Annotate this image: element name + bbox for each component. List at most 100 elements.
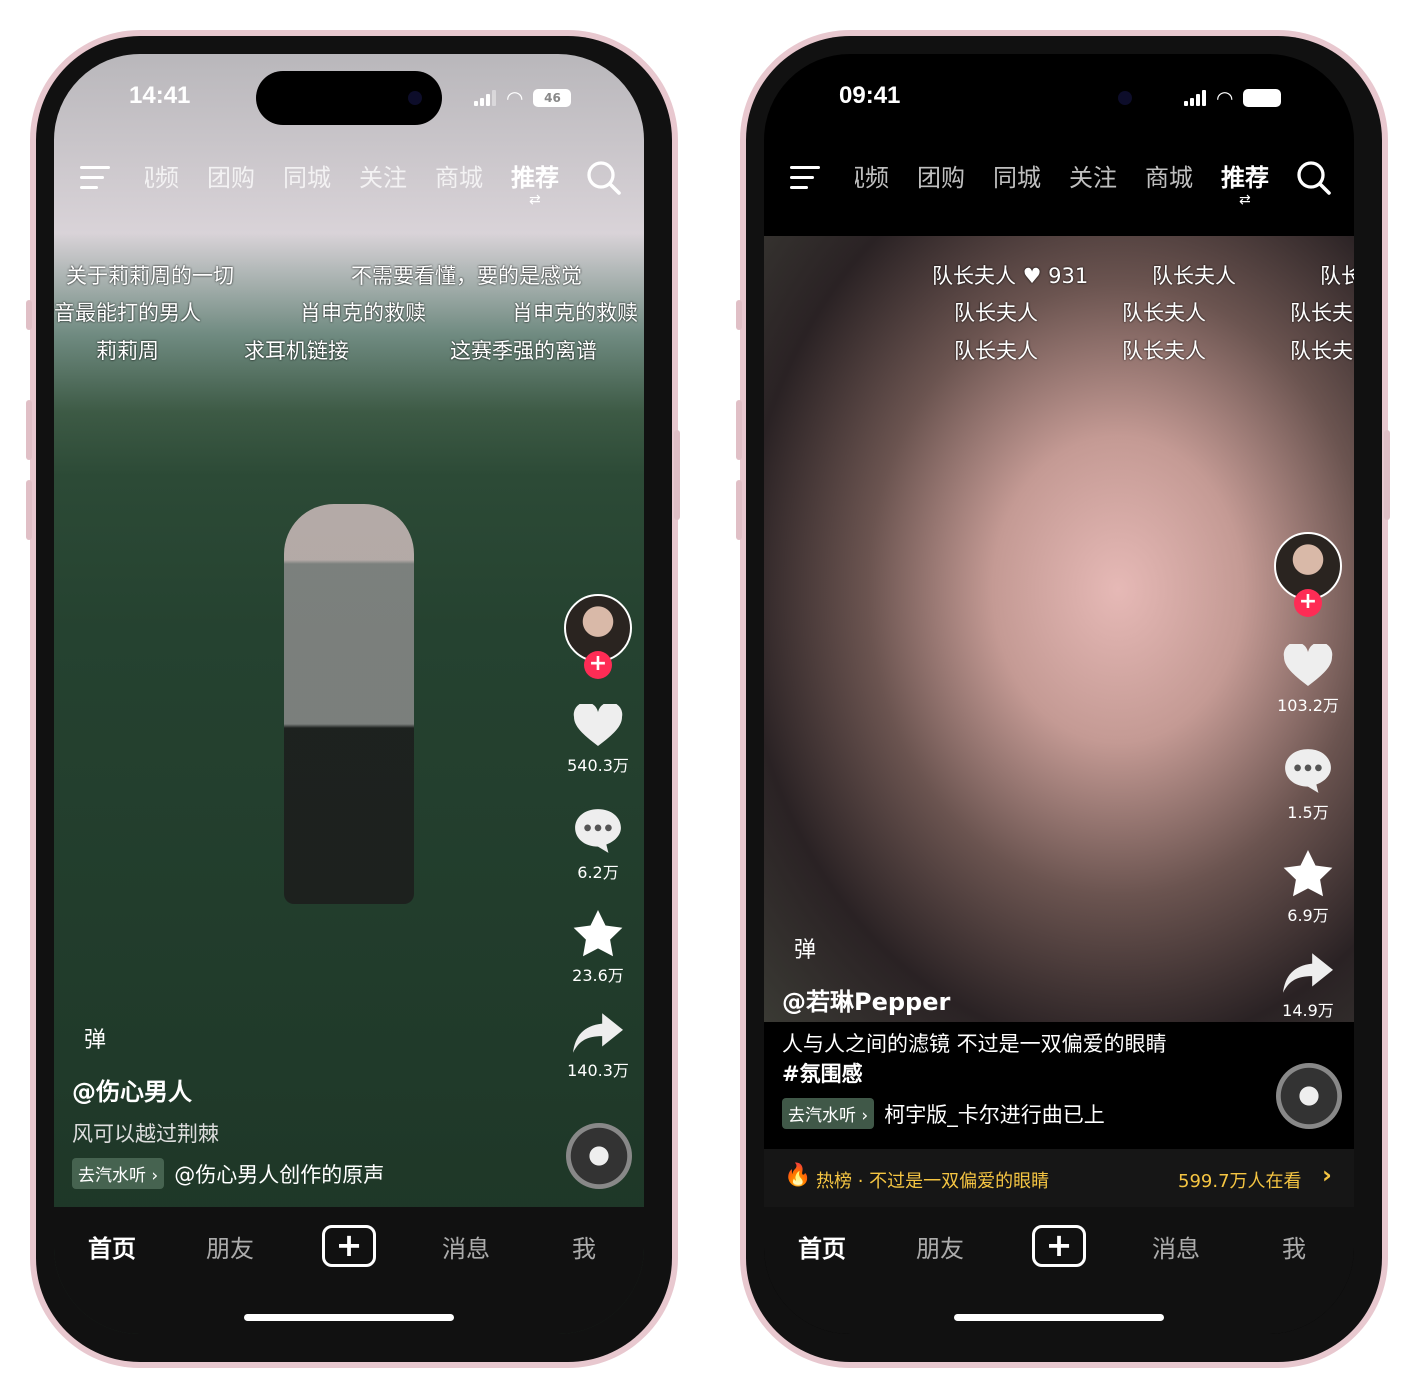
home-indicator[interactable] <box>954 1314 1164 1321</box>
share-count: 140.3万 <box>567 1061 629 1080</box>
listen-on-app-button[interactable]: 去汽水听 › <box>782 1098 875 1129</box>
comment-button[interactable]: 6.2万 <box>558 807 638 883</box>
tab-4[interactable]: 商城 <box>1145 158 1193 193</box>
tab-3[interactable]: 关注 <box>359 158 407 193</box>
username[interactable]: @若琳Pepper <box>782 982 950 1017</box>
create-button[interactable]: + <box>1032 1225 1086 1267</box>
status-time: 14:41 <box>129 82 191 109</box>
danmaku-comment: 队长夫人 <box>1122 301 1206 325</box>
danmaku-comment: 莉莉周 <box>96 339 159 363</box>
hot-list-bar[interactable]: 🔥 热榜 · 不过是一双偏爱的眼睛 599.7万人在看 › <box>764 1149 1354 1207</box>
video-description: 人与人之间的滤镜 不过是一双偏爱的眼睛 <box>782 1032 1167 1056</box>
share-icon <box>1268 953 1348 997</box>
side-button <box>26 480 32 540</box>
like-count: 540.3万 <box>567 756 629 775</box>
bottom-tab-4[interactable]: 我 <box>1282 1229 1306 1264</box>
bottom-tab-bar: 首页 朋友 + 消息 我 <box>764 1207 1354 1334</box>
tab-1[interactable]: 团购 <box>207 158 255 193</box>
bottom-tab-1[interactable]: 朋友 <box>206 1229 254 1264</box>
bottom-tab-0[interactable]: 首页 <box>88 1229 136 1264</box>
danmaku-comment: 队长夫人 <box>1122 339 1206 363</box>
side-button <box>736 480 742 540</box>
tab-0[interactable]: 视频 <box>145 158 179 193</box>
status-icons: ◠ <box>1184 86 1282 110</box>
status-time: 09:41 <box>839 82 901 109</box>
menu-icon[interactable] <box>80 166 110 196</box>
video-frame[interactable] <box>764 236 1354 1022</box>
like-button[interactable]: 103.2万 <box>1268 642 1348 716</box>
phone-1: 14:41 ◠ 46 视频 团购 同城 关注 商城 推荐 ⇄ 关于莉莉周的一切 不需要看懂，要的… <box>30 30 678 1368</box>
side-button <box>1384 430 1390 520</box>
fire-icon: 🔥 <box>784 1163 812 1188</box>
like-count: 103.2万 <box>1277 696 1339 715</box>
danmaku-comment: 队长 <box>1320 264 1354 288</box>
bottom-tab-3[interactable]: 消息 <box>442 1229 490 1264</box>
listen-on-app-button[interactable]: 去汽水听 › <box>72 1158 165 1189</box>
music-row[interactable]: 去汽水听 › @伤心男人创作的原声 <box>72 1158 384 1189</box>
follow-plus-button[interactable]: + <box>584 651 612 679</box>
side-button <box>26 300 32 330</box>
tab-2[interactable]: 同城 <box>993 158 1041 193</box>
danmaku-comment: 不需要看懂，要的是感觉 <box>351 264 582 288</box>
share-button[interactable]: 140.3万 <box>558 1013 638 1081</box>
music-disc[interactable] <box>1276 1063 1342 1129</box>
top-nav: 视频 团购 同城 关注 商城 推荐 ⇄ <box>764 158 1354 208</box>
menu-icon[interactable] <box>790 166 820 196</box>
side-button <box>674 430 680 520</box>
hashtag[interactable]: #氛围感 <box>782 1058 863 1088</box>
search-icon[interactable] <box>586 160 622 200</box>
favorite-button[interactable]: 23.6万 <box>558 910 638 986</box>
tab-5[interactable]: 推荐 <box>511 158 559 193</box>
tab-0[interactable]: 视频 <box>855 158 889 193</box>
favorite-button[interactable]: 6.9万 <box>1268 850 1348 926</box>
like-button[interactable]: 540.3万 <box>558 702 638 776</box>
screen: 09:41 ◠ 视频 团购 同城 关注 商城 推荐 ⇄ 队长夫人 ♥ 931 队长夫人 队长 队长夫… <box>764 54 1354 1334</box>
danmaku-toggle[interactable]: 弹 <box>84 1022 106 1054</box>
viewer-count: 599.7万人在看 <box>1178 1171 1302 1192</box>
tab-2[interactable]: 同城 <box>283 158 331 193</box>
danmaku-comment: 队长夫人 <box>1152 264 1236 288</box>
signal-icon <box>1184 90 1206 106</box>
music-disc[interactable] <box>566 1123 632 1189</box>
follow-plus-button[interactable]: + <box>1294 589 1322 617</box>
dynamic-island <box>966 71 1152 125</box>
side-button <box>26 400 32 460</box>
danmaku-toggle[interactable]: 弹 <box>794 932 816 964</box>
signal-icon <box>474 90 496 106</box>
battery-icon <box>1243 89 1282 107</box>
like-icon <box>558 702 638 752</box>
danmaku-comment: 队长夫 <box>1290 301 1353 325</box>
danmaku-comment: 队长夫人 <box>954 339 1038 363</box>
tab-5[interactable]: 推荐 <box>1221 158 1269 193</box>
swap-icon: ⇄ <box>1239 192 1251 208</box>
comment-button[interactable]: 1.5万 <box>1268 747 1348 823</box>
bottom-tab-bar: 首页 朋友 + 消息 我 <box>54 1207 644 1334</box>
tab-1[interactable]: 团购 <box>917 158 965 193</box>
bottom-tab-0[interactable]: 首页 <box>798 1229 846 1264</box>
bottom-tab-4[interactable]: 我 <box>572 1229 596 1264</box>
video-description: 风可以越过荆棘 <box>72 1122 219 1146</box>
top-nav: 视频 团购 同城 关注 商城 推荐 ⇄ <box>54 158 644 208</box>
status-icons: ◠ 46 <box>474 86 572 110</box>
tab-3[interactable]: 关注 <box>1069 158 1117 193</box>
comment-count: 6.2万 <box>577 863 619 882</box>
search-icon[interactable] <box>1296 160 1332 200</box>
music-title: @伤心男人创作的原声 <box>174 1162 385 1187</box>
create-button[interactable]: + <box>322 1225 376 1267</box>
like-icon <box>1268 642 1348 692</box>
home-indicator[interactable] <box>244 1314 454 1321</box>
music-row[interactable]: 去汽水听 › 柯宇版_卡尔进行曲已上 <box>782 1098 1105 1129</box>
share-button[interactable]: 14.9万 <box>1268 953 1348 1021</box>
chevron-right-icon: › <box>1322 1161 1332 1189</box>
danmaku-comment: 求耳机链接 <box>244 339 349 363</box>
tab-4[interactable]: 商城 <box>435 158 483 193</box>
screen: 14:41 ◠ 46 视频 团购 同城 关注 商城 推荐 ⇄ 关于莉莉周的一切 不需要看懂，要的… <box>54 54 644 1334</box>
battery-icon: 46 <box>533 89 572 107</box>
comment-icon <box>558 807 638 859</box>
bottom-tab-1[interactable]: 朋友 <box>916 1229 964 1264</box>
dynamic-island <box>256 71 442 125</box>
danmaku-comment: 队长夫人 ♥ 931 <box>932 264 1089 288</box>
username[interactable]: @伤心男人 <box>72 1072 192 1107</box>
favorite-count: 6.9万 <box>1287 906 1329 925</box>
bottom-tab-3[interactable]: 消息 <box>1152 1229 1200 1264</box>
